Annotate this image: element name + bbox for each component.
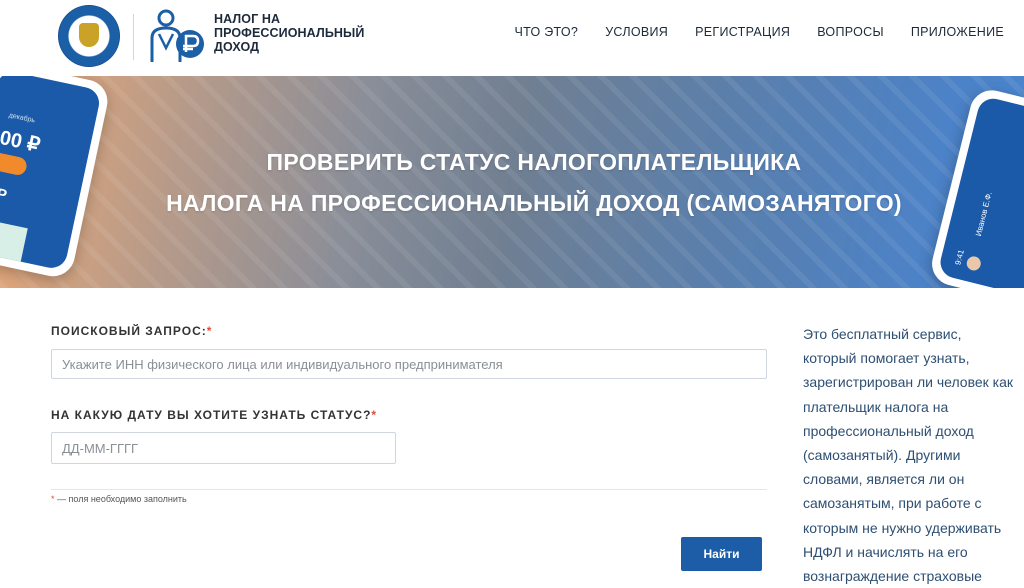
phone-right-time: 9:41 xyxy=(953,248,966,266)
npd-person-ruble-icon[interactable] xyxy=(146,8,208,64)
brand-name[interactable]: НАЛОГ НА ПРОФЕССИОНАЛЬНЫЙ ДОХОД xyxy=(214,12,364,54)
fns-emblem-logo[interactable] xyxy=(58,5,120,67)
page-title: ПРОВЕРИТЬ СТАТУС НАЛОГОПЛАТЕЛЬЩИКА НАЛОГ… xyxy=(0,142,1024,224)
required-mark: * xyxy=(51,494,55,504)
search-submit-button[interactable]: Найти xyxy=(681,537,762,571)
phone-left-month: декабрь xyxy=(8,112,36,125)
page-title-line-2: НАЛОГА НА ПРОФЕССИОНАЛЬНЫЙ ДОХОД (САМОЗА… xyxy=(166,190,902,216)
page-title-line-1: ПРОВЕРИТЬ СТАТУС НАЛОГОПЛАТЕЛЬЩИКА xyxy=(266,149,802,175)
nav-registration[interactable]: РЕГИСТРАЦИЯ xyxy=(695,25,790,39)
service-description: Это бесплатный сервис, который помогает … xyxy=(803,326,1014,585)
required-mark: * xyxy=(206,324,213,338)
nav-questions[interactable]: ВОПРОСЫ xyxy=(817,25,884,39)
hero-banner: декабрь 00 ₽ 0 Р Иванов Е.Ф. 9:41 ПРОВЕР… xyxy=(0,76,1024,288)
brand-line-3: ДОХОД xyxy=(214,40,260,54)
date-label: НА КАКУЮ ДАТУ ВЫ ХОТИТЕ УЗНАТЬ СТАТУС?* xyxy=(51,408,377,422)
main-nav: ЧТО ЭТО? УСЛОВИЯ РЕГИСТРАЦИЯ ВОПРОСЫ ПРИ… xyxy=(487,25,1004,39)
required-note: * — поля необходимо заполнить xyxy=(51,494,187,504)
form-divider xyxy=(51,489,767,490)
eagle-icon xyxy=(79,23,99,47)
nav-conditions[interactable]: УСЛОВИЯ xyxy=(605,25,668,39)
logo-divider xyxy=(133,14,134,60)
brand-line-1: НАЛОГ НА xyxy=(214,12,281,26)
avatar xyxy=(965,254,983,272)
search-query-label-text: ПОИСКОВЫЙ ЗАПРОС: xyxy=(51,324,207,338)
nav-what-is-it[interactable]: ЧТО ЭТО? xyxy=(514,25,578,39)
required-note-text: — поля необходимо заполнить xyxy=(57,494,187,504)
inn-search-input[interactable] xyxy=(51,349,767,379)
site-header: НАЛОГ НА ПРОФЕССИОНАЛЬНЫЙ ДОХОД ЧТО ЭТО?… xyxy=(0,0,1024,76)
date-label-text: НА КАКУЮ ДАТУ ВЫ ХОТИТЕ УЗНАТЬ СТАТУС? xyxy=(51,408,372,422)
brand-line-2: ПРОФЕССИОНАЛЬНЫЙ xyxy=(214,26,365,40)
date-input[interactable] xyxy=(51,432,396,464)
required-mark: * xyxy=(371,408,378,422)
nav-app[interactable]: ПРИЛОЖЕНИЕ xyxy=(911,25,1004,39)
search-query-label: ПОИСКОВЫЙ ЗАПРОС:* xyxy=(51,324,212,338)
